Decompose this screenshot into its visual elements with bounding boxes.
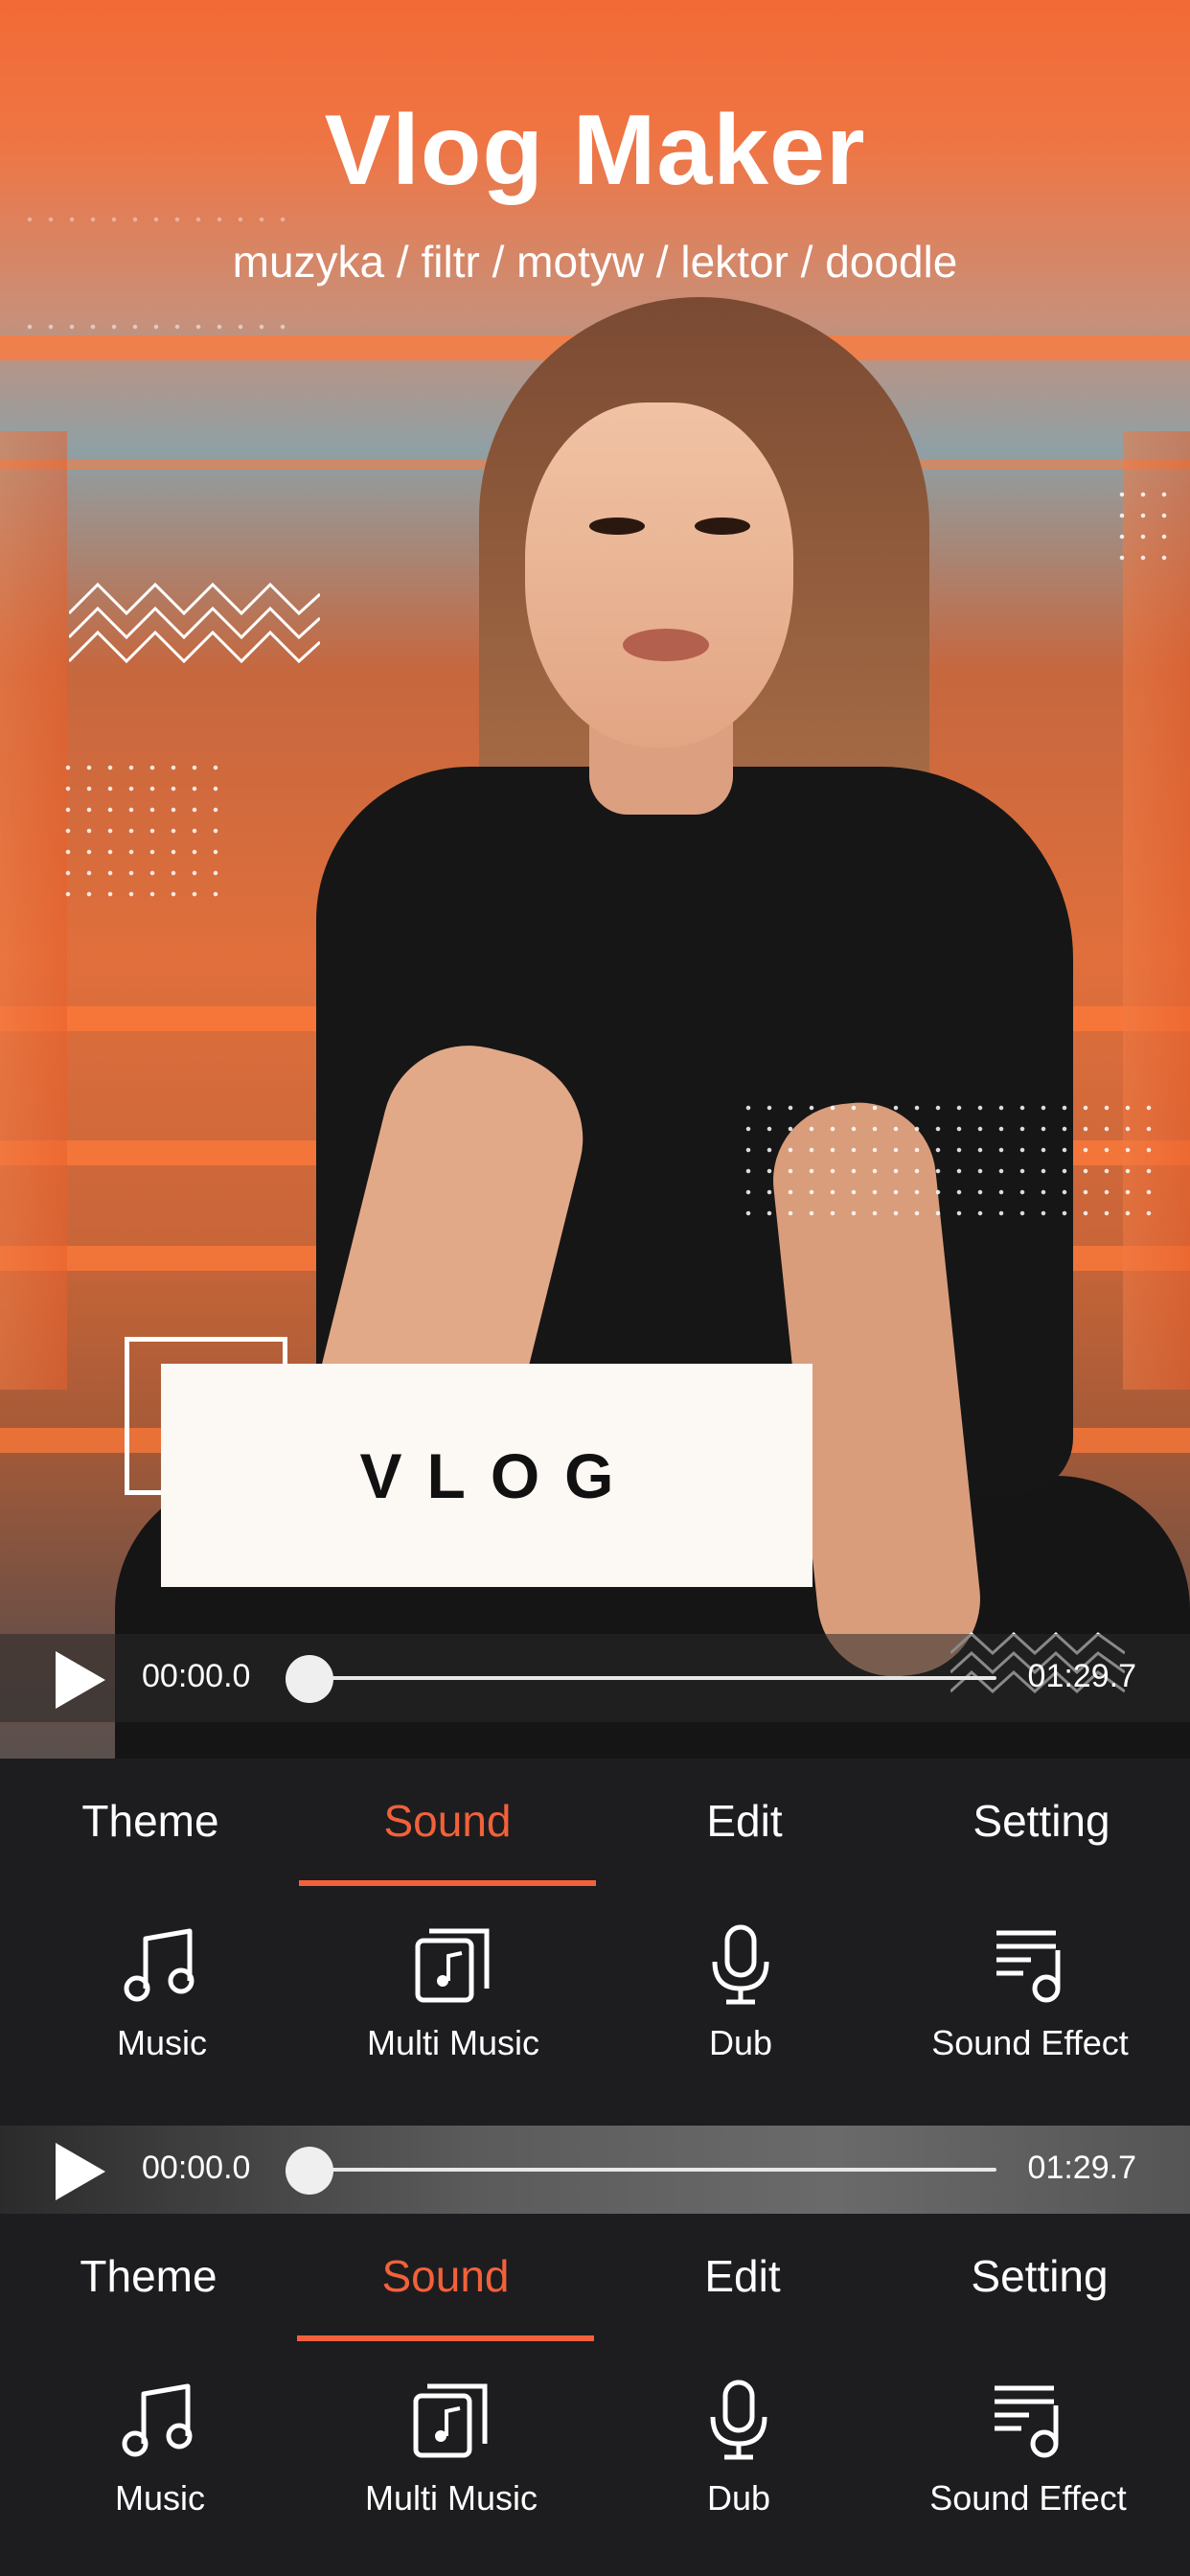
tool-label: Multi Music [364,2478,538,2518]
music-note-icon [124,1928,195,2002]
total-time: 01:29.7 [1027,2150,1136,2186]
dot-pattern [57,757,220,901]
dot-pattern [19,209,287,232]
progress-knob[interactable] [286,2147,333,2195]
tab-sound[interactable]: Sound [299,1795,596,1847]
neon-pillar [0,431,67,1390]
active-tab-indicator [297,2335,594,2341]
tool-multi-music[interactable]: Multi Music [303,2358,600,2568]
tool-label: Dub [706,2478,771,2518]
tool-music[interactable]: Music [11,2358,309,2568]
editor-panel: Theme Sound Edit Setting Music Multi Mus… [0,1759,1190,2126]
progress-knob[interactable] [286,1655,333,1703]
play-icon[interactable] [56,2143,105,2200]
tool-sound-effect[interactable]: Sound Effect [881,1902,1179,2113]
progress-track[interactable] [311,2168,996,2172]
tool-label: Dub [708,2023,773,2062]
tab-bar: Theme Sound Edit Setting [0,2214,1190,2341]
video-preview: Vlog Maker muzyka / filtr / motyw / lekt… [0,0,1190,1759]
sound-tools: Music Multi Music Dub Sound Effect [0,1902,1190,2113]
tool-label: Music [114,2478,205,2518]
app-subtitle: muzyka / filtr / motyw / lektor / doodle [232,237,958,287]
tab-theme[interactable]: Theme [2,1795,299,1847]
active-tab-indicator [299,1880,596,1886]
sound-tools: Music Multi Music Dub Sound Effect [0,2358,1190,2568]
tool-label: Multi Music [366,2023,540,2062]
progress-track[interactable] [311,1676,996,1680]
person-eye [589,518,645,535]
vlog-title-card[interactable]: VLOG [161,1364,812,1587]
tool-label: Sound Effect [931,2023,1129,2062]
dot-pattern [1111,484,1179,561]
sound-effect-icon [995,2385,1059,2458]
tab-edit[interactable]: Edit [596,1795,893,1847]
sound-effect-icon [996,1930,1061,2003]
app-screen: Vlog Maker muzyka / filtr / motyw / lekt… [0,0,1190,2576]
tab-setting[interactable]: Setting [893,1795,1190,1847]
play-icon[interactable] [56,1651,105,1709]
dot-pattern [738,1097,1159,1231]
tool-dub[interactable]: Dub [592,1902,889,2113]
tool-multi-music[interactable]: Multi Music [305,1902,602,2113]
tool-sound-effect[interactable]: Sound Effect [880,2358,1177,2568]
tab-theme[interactable]: Theme [0,2250,297,2302]
tab-bar: Theme Sound Edit Setting [0,1759,1190,1886]
person-face [525,402,793,748]
vlog-title-text: VLOG [359,1439,639,1511]
editor-panel: Theme Sound Edit Setting Music Multi Mus… [0,2214,1190,2576]
current-time: 00:00.0 [142,1658,251,1694]
microphone-icon [712,1924,769,2005]
tool-dub[interactable]: Dub [590,2358,887,2568]
microphone-icon [710,2380,767,2460]
music-note-icon [122,2383,193,2457]
app-title: Vlog Maker [324,95,866,206]
current-time: 00:00.0 [142,2150,251,2186]
playback-bar: 00:00.0 01:29.7 [0,2126,1190,2214]
person-lips [623,629,709,661]
tab-sound[interactable]: Sound [297,2250,594,2302]
tool-label: Sound Effect [929,2478,1127,2518]
neon-pillar [1123,431,1190,1390]
tab-setting[interactable]: Setting [891,2250,1188,2302]
playback-bar: 00:00.0 01:29.7 [0,1634,1190,1722]
person-eye [695,518,750,535]
total-time: 01:29.7 [1027,1658,1136,1694]
dot-pattern [19,316,287,339]
tool-music[interactable]: Music [13,1902,310,2113]
tool-label: Music [116,2023,207,2062]
multi-music-icon [415,1928,490,2003]
tab-edit[interactable]: Edit [594,2250,891,2302]
zigzag-decoration [69,582,320,664]
multi-music-icon [413,2383,488,2458]
